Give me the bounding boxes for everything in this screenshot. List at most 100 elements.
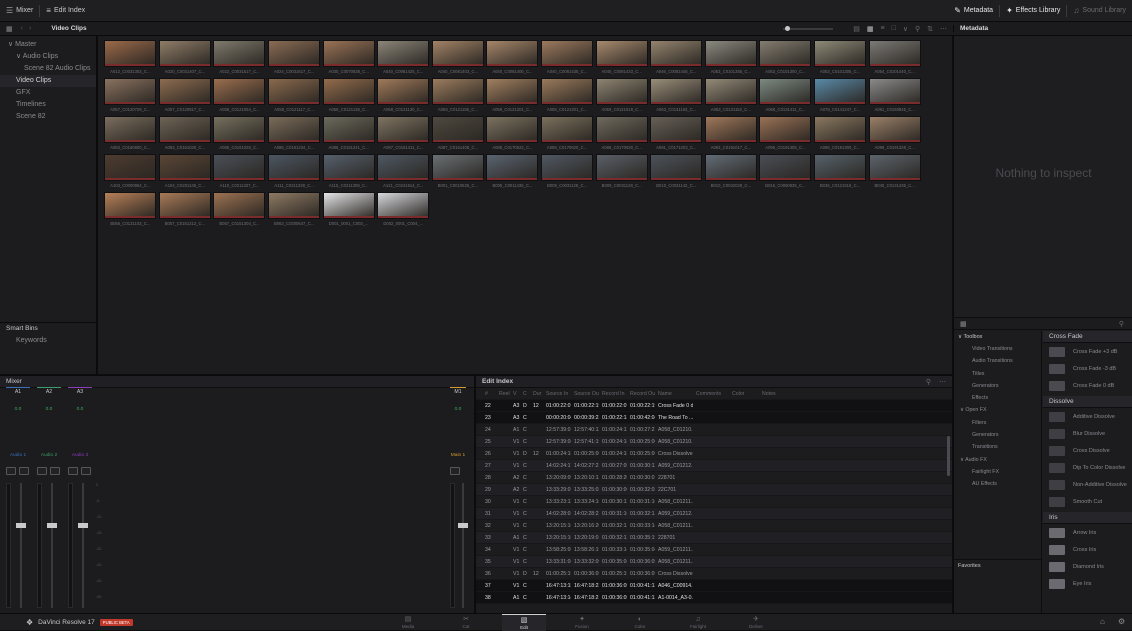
column-header[interactable]: V [510,391,520,397]
vertical-scrollbar[interactable] [947,436,950,476]
panel-layout-icon[interactable]: ▦ [960,320,967,328]
table-row[interactable]: 35 V1 C 13:33:31:08 13:33:32:09 01:00:35:04 01… [476,556,952,568]
clip-thumbnail[interactable]: A040_C0081433_C... [594,40,649,78]
table-row[interactable]: 22 A3 D 12 01:00:22:07 01:00:22:19 01:00:22:07… [476,400,952,412]
effect-item[interactable]: Arrow Iris [1043,524,1132,541]
clip-thumbnail[interactable]: A093_C0191017_C... [704,116,759,154]
clip-thumbnail[interactable]: A057_C0120817_C... [158,78,213,116]
effects-library-toggle[interactable]: ✦ Effects Library [1000,0,1066,22]
column-header[interactable]: Source In [543,391,571,397]
effect-item[interactable]: Cross Fade -3 dB [1043,360,1132,377]
clip-thumbnail[interactable]: A063_C0131153_C... [649,78,704,116]
channel-button[interactable] [68,467,78,475]
column-header[interactable]: Color [729,391,759,397]
clip-thumbnail[interactable]: A046_C0081446_C... [649,40,704,78]
page-color-button[interactable]: ◐ Color [618,614,662,631]
panel-layout-icon[interactable]: ▦ [6,25,13,33]
column-header[interactable]: Record Out [627,391,655,397]
clip-thumbnail[interactable]: A110_C0211337_C... [212,154,267,192]
column-header[interactable]: Notes [759,391,789,397]
clip-thumbnail[interactable]: A083_C0161030_C... [158,116,213,154]
clip-thumbnail[interactable]: A086_C0161234_C... [267,116,322,154]
clip-thumbnail[interactable]: A099_C0191328_C... [867,116,922,154]
thumbnail-size-slider[interactable] [783,25,834,31]
clip-thumbnail[interactable]: B036_C0121515_C... [813,154,868,192]
clip-thumbnail[interactable]: A012_C0031303_C... [103,40,158,78]
clip-thumbnail[interactable]: A053_C0101305_C... [813,40,868,78]
mixer-toggle[interactable]: ☰ Mixer [0,0,39,22]
iris-header[interactable]: Iris [1043,512,1132,524]
column-header[interactable]: Dur [530,391,543,397]
table-row[interactable]: 24 A1 C 12:57:39:01 12:57:40:11 01:00:24:11 01… [476,424,952,436]
effect-item[interactable]: Smooth Cut [1043,493,1132,510]
table-row[interactable]: 36 V1 D 12 01:00:25:19 01:00:36:05 01:00:25:19… [476,568,952,580]
bin-master[interactable]: ∨ Master [0,39,96,51]
more-options-icon[interactable]: ⋯ [940,25,947,33]
channel-button[interactable] [6,467,16,475]
clip-thumbnail[interactable]: A121_C0241614_C... [376,154,431,192]
column-header[interactable]: C [520,391,530,397]
bin-item[interactable]: Scene 82 [0,111,96,123]
table-row[interactable]: 27 V1 C 14:02:24:17 14:02:27:23 01:00:27:05 01… [476,460,952,472]
clip-thumbnail[interactable]: A040_C0081400_C... [485,40,540,78]
more-options-icon[interactable]: ⋯ [939,378,946,386]
effects-tree-item[interactable]: Fairlight FX [954,466,1041,478]
volume-fader[interactable] [47,523,57,528]
clip-thumbnail[interactable]: A111_C0211338_C... [267,154,322,192]
clip-thumbnail[interactable]: A091_C0171203_C... [649,116,704,154]
edit-index-toggle[interactable]: ≡ Edit Index [40,0,91,22]
clip-thumbnail[interactable]: A096_C0191300_C... [813,116,868,154]
clip-thumbnail[interactable]: B057_C0151212_C... [158,192,213,230]
toolbox-node[interactable]: ∨ Toolbox [954,331,1041,343]
table-row[interactable]: 30 V1 C 13:33:23:11 13:33:24:16 01:00:30:11 01… [476,496,952,508]
gear-icon[interactable]: ⚙ [1118,617,1125,626]
clip-thumbnail[interactable]: A081_C0160845_C... [867,78,922,116]
clip-thumbnail[interactable]: A053_C0101300_C... [758,40,813,78]
bin-item[interactable]: Scene 82 Audio Clips [0,63,96,75]
table-row[interactable]: 34 V1 C 13:58:25:05 13:58:26:19 01:00:33:14 01… [476,544,952,556]
metadata-view-icon[interactable]: ▤ [853,25,860,33]
clip-thumbnail[interactable]: A083_C0160800_C... [103,116,158,154]
sound-library-toggle[interactable]: ♫ Sound Library [1067,0,1132,22]
bin-item[interactable]: ∨ Audio Clips [0,51,96,63]
thumbnail-view-icon[interactable]: ▦ [867,25,874,33]
effects-tree-item[interactable]: ∨ Open FX [954,404,1041,416]
clip-thumbnail[interactable]: A087_C0161408_C... [431,116,486,154]
clip-thumbnail[interactable]: A058_C0121054_C... [212,78,267,116]
clip-thumbnail[interactable]: B005_C0011435_C... [485,154,540,192]
effects-tree-item[interactable]: Video Transitions [954,343,1041,355]
table-row[interactable]: 38 A1 C 16:47:13:14 16:47:18:21 01:00:36:05 01… [476,592,952,604]
clip-thumbnail[interactable]: A022_C0031517_C... [212,40,267,78]
column-header[interactable]: Name [655,391,693,397]
table-row[interactable]: 23 A3 C 00:00:20:04 00:00:39:23 01:00:22:13 01… [476,412,952,424]
clip-thumbnail[interactable]: A040_C0081425_C... [376,40,431,78]
bin-item[interactable]: Timelines [0,99,96,111]
metadata-toggle[interactable]: ✎ Metadata [948,0,999,22]
clip-display-icon[interactable]: □ [892,25,896,32]
channel-button[interactable] [81,467,91,475]
volume-fader[interactable] [78,523,88,528]
smart-bin-keywords[interactable]: Keywords [0,335,96,347]
search-icon[interactable]: ⚲ [926,378,931,386]
clip-thumbnail[interactable]: A020_C0031407_C... [158,40,213,78]
effects-tree-item[interactable]: Titles [954,368,1041,380]
clip-thumbnail[interactable]: A030_C0070838_C... [321,40,376,78]
clip-thumbnail[interactable]: A053_C0101355_C... [704,40,759,78]
home-icon[interactable]: ⌂ [1100,617,1105,626]
clip-thumbnail[interactable]: A068_C0131411_C... [758,78,813,116]
clip-thumbnail[interactable]: A095_C0191305_C... [758,116,813,154]
clip-thumbnail[interactable]: A058_C0121130_C... [376,78,431,116]
effect-item[interactable]: Cross Dissolve [1043,442,1132,459]
table-row[interactable]: 25 V1 C 12:57:39:08 12:57:41:19 01:00:24:18 01… [476,436,952,448]
clip-thumbnail[interactable]: A040_C0081403_C... [431,40,486,78]
clip-thumbnail[interactable]: B001_C0010635_C... [431,154,486,192]
clip-thumbnail[interactable]: A063_C0131152_C... [704,78,759,116]
effects-tree-item[interactable]: Filters [954,417,1041,429]
clip-thumbnail[interactable]: A088_C0170622_C... [485,116,540,154]
clip-thumbnail[interactable]: A059_C0121201_C... [485,78,540,116]
forward-arrow-icon[interactable]: › [29,25,31,32]
effects-tree-item[interactable]: ∨ Audio FX [954,454,1041,466]
table-row[interactable]: 37 V1 C 16:47:13:15 16:47:18:23 01:00:36:05 01… [476,580,952,592]
clip-thumbnail[interactable]: A054_C0101440_C... [867,40,922,78]
page-deliver-button[interactable]: ✈ Deliver [734,614,778,631]
